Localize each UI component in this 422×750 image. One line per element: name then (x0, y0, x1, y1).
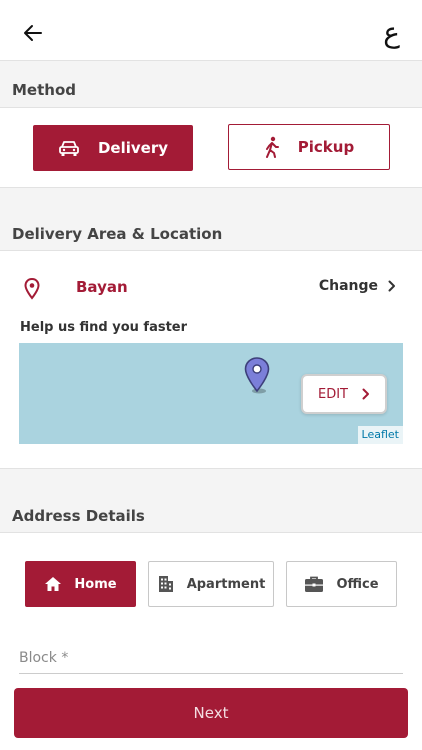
location-pin-icon (24, 278, 40, 300)
chevron-right-icon (362, 388, 369, 400)
pickup-option-button[interactable]: Pickup (228, 124, 390, 170)
briefcase-icon (305, 576, 324, 592)
delivery-area-row[interactable]: Bayan Change (0, 268, 422, 310)
method-section-header: Method (0, 60, 422, 108)
address-section-title: Address Details (12, 507, 145, 525)
next-button[interactable]: Next (14, 688, 408, 738)
delivery-option-button[interactable]: Delivery (33, 125, 193, 171)
delivery-area-section-header: Delivery Area & Location (0, 187, 422, 251)
block-input[interactable] (19, 640, 403, 674)
map-edit-label: EDIT (318, 386, 348, 402)
building-icon (158, 576, 173, 592)
address-type-apartment-button[interactable]: Apartment (148, 561, 274, 607)
top-bar: ع (0, 0, 422, 60)
location-map[interactable]: EDIT Leaflet (19, 343, 403, 444)
leaflet-attribution-link[interactable]: Leaflet (357, 426, 403, 444)
map-marker-icon[interactable] (243, 356, 271, 394)
delivery-area-name: Bayan (76, 278, 128, 296)
address-type-apartment-label: Apartment (186, 576, 266, 592)
address-type-office-button[interactable]: Office (286, 561, 397, 607)
pickup-option-label: Pickup (297, 138, 355, 156)
delivery-option-label: Delivery (97, 139, 169, 157)
map-edit-button[interactable]: EDIT (301, 374, 387, 414)
house-icon (45, 577, 62, 591)
arrow-left-icon (24, 25, 42, 41)
next-button-label: Next (193, 704, 229, 722)
change-area-label: Change (318, 278, 378, 294)
address-section-header: Address Details (0, 468, 422, 533)
back-button[interactable] (18, 18, 48, 48)
help-text: Help us find you faster (20, 320, 188, 335)
delivery-area-section-title: Delivery Area & Location (12, 225, 223, 243)
walking-person-icon (265, 136, 279, 158)
method-section-title: Method (12, 81, 76, 99)
language-toggle-button[interactable]: ع (383, 16, 400, 50)
address-type-home-label: Home (74, 576, 117, 592)
chevron-right-icon (388, 280, 395, 292)
car-icon (59, 141, 79, 156)
change-area-button[interactable]: Change (319, 278, 396, 294)
address-type-home-button[interactable]: Home (25, 561, 136, 607)
address-type-office-label: Office (336, 576, 379, 592)
